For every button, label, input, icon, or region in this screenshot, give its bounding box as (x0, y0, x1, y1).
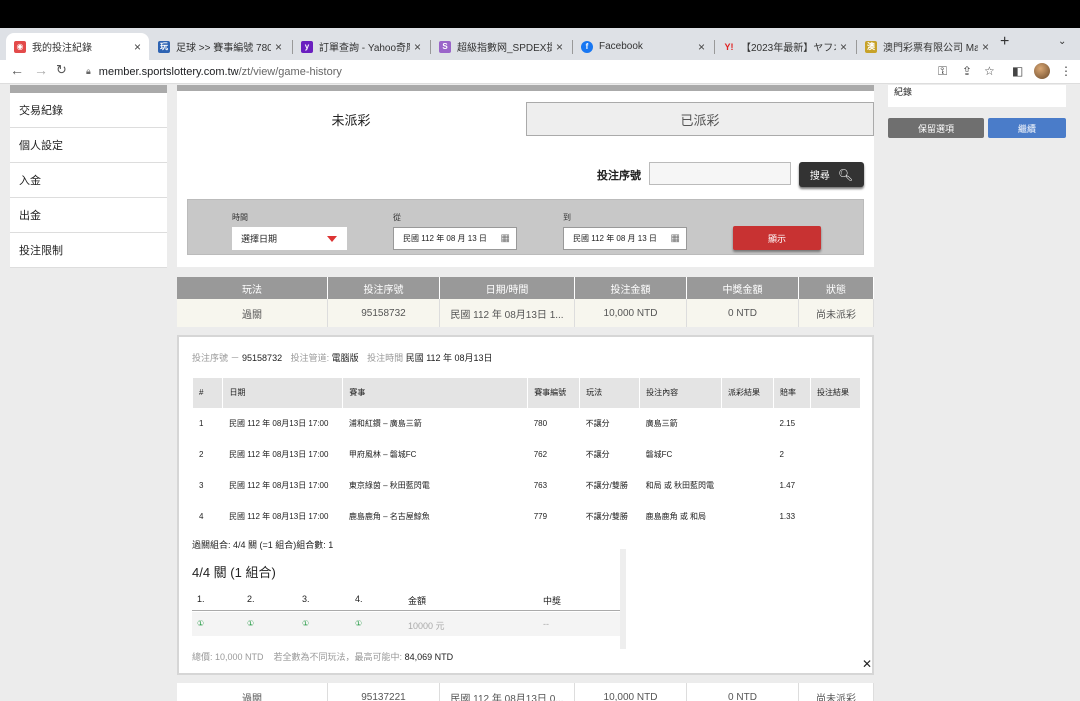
bet-meta: 投注序號 － 95158732 投注管道: 電腦版 投注時間 民國 112 年 … (192, 353, 493, 363)
macau-lottery-icon: 澳 (865, 40, 877, 53)
sidebar-item-deposit[interactable]: 入金 (10, 163, 167, 198)
betslip-card: 紀錄 (888, 85, 1066, 107)
lock-icon: 🔒︎ (86, 66, 91, 76)
from-label: 從 (393, 213, 401, 222)
close-icon[interactable]: × (275, 40, 282, 54)
menu-dots-icon[interactable]: ⋮ (1060, 64, 1072, 78)
browser-tab-3[interactable]: y 訂單查詢 - Yahoo奇摩拍 × (293, 33, 429, 60)
table-header: 玩法 投注序號 日期/時間 投注金額 中獎金額 狀態 (177, 277, 874, 299)
search-icon: 🔍︎ (837, 167, 854, 182)
site-icon: 玩 (158, 40, 170, 53)
bet-legs-table: # 日期 賽事 賽事編號 玩法 投注內容 派彩結果 賠率 投注結果 1 民國 1 (193, 378, 862, 532)
sidepanel-icon[interactable]: ◧ (1012, 64, 1023, 78)
search-input[interactable] (649, 162, 791, 185)
search-label: 投注序號 (597, 170, 641, 182)
lottery-icon: ◉ (14, 40, 26, 53)
table-row: 4 民國 112 年 08月13日 17:00 鹿島鹿角 – 名古屋鯨魚 779… (199, 511, 796, 521)
time-label: 時間 (232, 213, 248, 222)
leg-indicator-icon: ① (302, 619, 310, 628)
browser-tab-4[interactable]: S 超級指數网_SPDEX提供 × (431, 33, 571, 60)
new-tab-button[interactable]: + (1000, 33, 1009, 51)
bet-summary-table: 玩法 投注序號 日期/時間 投注金額 中獎金額 狀態 過關 95158732 民… (177, 277, 874, 327)
spdex-icon: S (439, 40, 451, 53)
leg-indicator-icon: ① (197, 619, 205, 628)
show-button[interactable]: 顯示 (733, 226, 821, 250)
date-filter: 時間 選擇日期 從 民國 112 年 08 月 13 日 ▦ 到 民國 112 … (187, 199, 864, 255)
close-icon[interactable]: × (556, 40, 563, 54)
sidebar-item-withdraw[interactable]: 出金 (10, 198, 167, 233)
sidebar-item-bet-limit[interactable]: 投注限制 (10, 233, 167, 268)
chevron-down-icon[interactable]: ⌄ (1058, 36, 1066, 47)
combo-panel: 4/4 關 (1 組合) 1. 2. 3. 4. 金額 中獎 ① ① ① ① 1… (192, 549, 626, 649)
page-content: 交易紀錄 個人設定 入金 出金 投注限制 未派彩 已派彩 投注序號 搜尋 🔍︎ … (0, 85, 1080, 701)
sidebar: 交易紀錄 個人設定 入金 出金 投注限制 (10, 85, 167, 268)
close-icon[interactable]: ✕ (862, 657, 872, 671)
yahoo-auction-icon: Y! (724, 41, 734, 52)
address-bar: ← → ↻ 🔒︎ member.sportslottery.com.tw/zt/… (0, 60, 1080, 84)
bookmark-star-icon[interactable]: ☆ (984, 64, 995, 78)
from-date-input[interactable]: 民國 112 年 08 月 13 日 ▦ (393, 227, 517, 250)
combo-header: 1. 2. 3. 4. 金額 中獎 (192, 587, 620, 611)
table-row[interactable]: 過關 95158732 民國 112 年 08月13日 1... 10,000 … (177, 299, 874, 327)
close-icon[interactable]: × (698, 40, 705, 54)
browser-tab-1[interactable]: ◉ 我的投注紀錄 × (6, 33, 149, 60)
bet-detail-panel: 投注序號 － 95158732 投注管道: 電腦版 投注時間 民國 112 年 … (177, 335, 874, 675)
share-icon[interactable]: ⇪ (962, 64, 972, 78)
table-row: 1 民國 112 年 08月13日 17:00 浦和紅鑽 – 廣島三箭 780 … (199, 418, 796, 428)
table-header: # 日期 賽事 賽事編號 玩法 投注內容 派彩結果 賠率 投注結果 (193, 378, 862, 408)
to-label: 到 (563, 213, 571, 222)
to-date-input[interactable]: 民國 112 年 08 月 13 日 ▦ (563, 227, 687, 250)
continue-button[interactable]: 繼續 (988, 118, 1066, 138)
browser-tab-strip: ◉ 我的投注紀錄 × 玩 足球 >> 賽事編號 780 澳 × y 訂單查詢 -… (0, 28, 1080, 60)
table-row: 2 民國 112 年 08月13日 17:00 甲府風林 – 磐城FC 762 … (199, 449, 784, 459)
date-range-select[interactable]: 選擇日期 (232, 227, 347, 250)
keep-selection-button[interactable]: 保留選項 (888, 118, 984, 138)
leg-indicator-icon: ① (247, 619, 255, 628)
tab-unpaid[interactable]: 未派彩 (177, 102, 525, 136)
browser-tab-5[interactable]: f Facebook × (573, 33, 713, 60)
close-icon[interactable]: × (414, 40, 421, 54)
url-field[interactable]: 🔒︎ member.sportslottery.com.tw/zt/view/g… (76, 61, 926, 82)
forward-icon[interactable]: → (34, 62, 48, 78)
back-icon[interactable]: ← (10, 62, 24, 78)
browser-tab-7[interactable]: 澳 澳門彩票有限公司 Maca × (857, 33, 997, 60)
sidebar-item-settings[interactable]: 個人設定 (10, 128, 167, 163)
close-icon[interactable]: × (840, 40, 847, 54)
avatar[interactable] (1034, 63, 1050, 79)
leg-indicator-icon: ① (355, 619, 363, 628)
browser-tab-2[interactable]: 玩 足球 >> 賽事編號 780 澳 × (150, 33, 290, 60)
sidebar-top-strip (10, 85, 167, 93)
yahoo-icon: y (301, 40, 313, 53)
reload-icon[interactable]: ↻ (56, 62, 67, 78)
bet-summary-table: 過關 95137221 民國 112 年 08月13日 0... 10,000 … (177, 683, 874, 701)
key-icon[interactable]: ⚿ (938, 64, 947, 79)
combo-row: ① ① ① ① 10000 元 -- (192, 612, 620, 636)
table-row: 3 民國 112 年 08月13日 17:00 東京綠茵 – 秋田藍閃電 763… (199, 480, 796, 490)
facebook-icon: f (581, 40, 593, 53)
search-button[interactable]: 搜尋 🔍︎ (799, 162, 864, 187)
tab-paid[interactable]: 已派彩 (526, 102, 874, 136)
filter-panel: 未派彩 已派彩 投注序號 搜尋 🔍︎ 時間 選擇日期 從 民國 112 年 08… (177, 91, 874, 267)
window-top-bar (0, 0, 1080, 28)
combo-title: 4/4 關 (1 組合) (192, 565, 276, 580)
calendar-icon[interactable]: ▦ (671, 233, 680, 244)
sidebar-item-transactions[interactable]: 交易紀錄 (10, 93, 167, 128)
calendar-icon[interactable]: ▦ (501, 233, 510, 244)
browser-tab-6[interactable]: Y! 【2023年最新】ヤフオ × (715, 33, 855, 60)
close-icon[interactable]: × (982, 40, 989, 54)
total-summary: 總價: 10,000 NTD 若全數為不同玩法，最高可能中: 84,069 NT… (192, 652, 454, 662)
table-row[interactable]: 過關 95137221 民國 112 年 08月13日 0... 10,000 … (177, 683, 874, 701)
close-icon[interactable]: × (134, 40, 141, 54)
caret-down-icon (327, 236, 337, 242)
